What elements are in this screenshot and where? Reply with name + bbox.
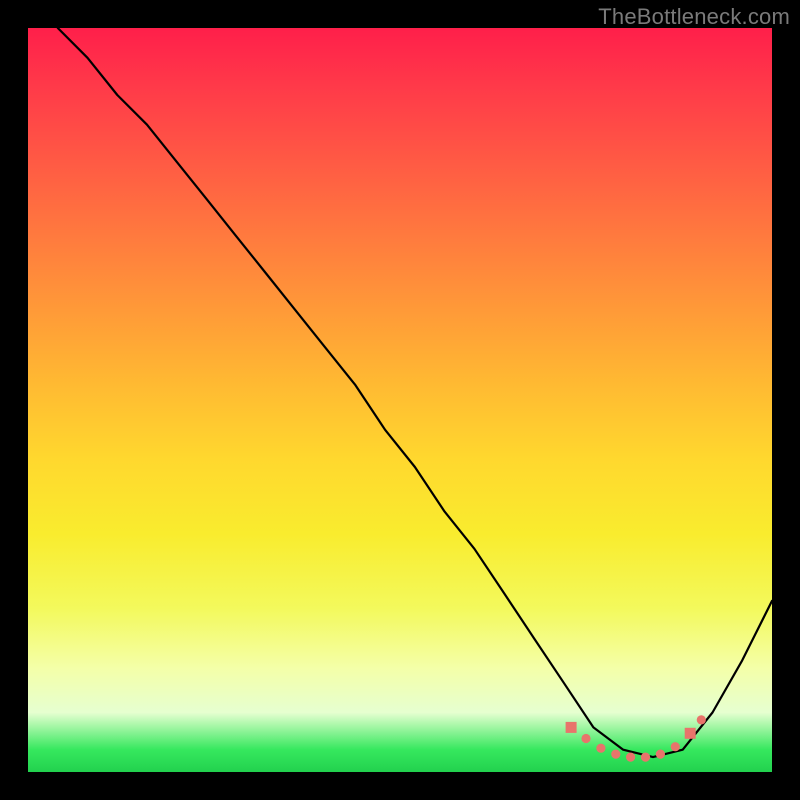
watermark-text: TheBottleneck.com <box>598 4 790 30</box>
bottleneck-curve <box>58 28 772 757</box>
marker-dot <box>697 715 706 724</box>
marker-dot <box>611 750 620 759</box>
marker-dot <box>656 750 665 759</box>
marker-square <box>566 722 577 733</box>
chart-frame: TheBottleneck.com <box>0 0 800 800</box>
chart-svg <box>28 28 772 772</box>
marker-square <box>685 728 696 739</box>
marker-dot <box>596 744 605 753</box>
marker-dot <box>641 753 650 762</box>
marker-dot <box>671 742 680 751</box>
marker-dot <box>626 753 635 762</box>
markers-group <box>566 715 706 761</box>
plot-area <box>28 28 772 772</box>
marker-dot <box>581 734 590 743</box>
